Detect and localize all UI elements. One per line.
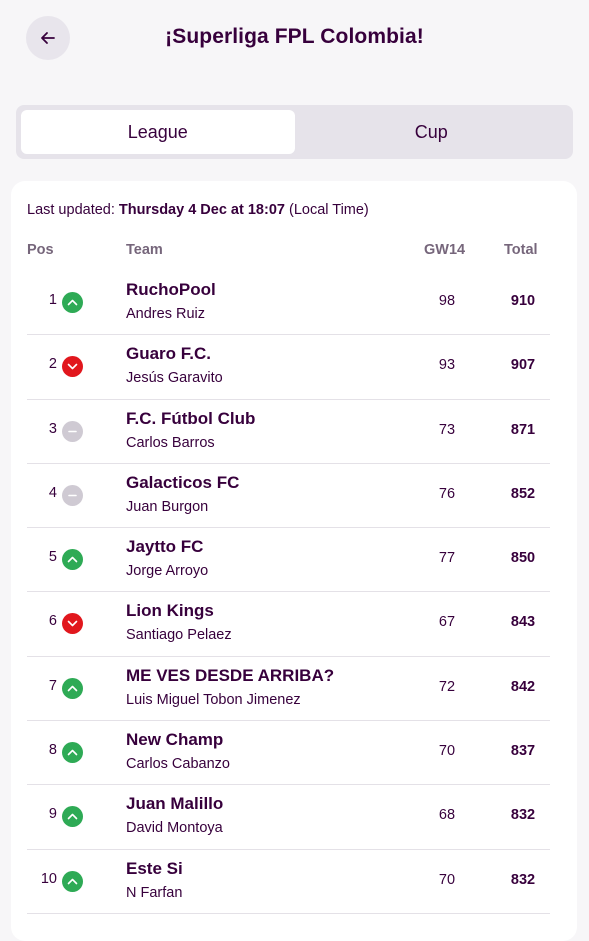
table-row[interactable]: 5 Jaytto FC Jorge Arroyo 77 850 xyxy=(27,528,550,593)
team-name[interactable]: Juan Malillo xyxy=(126,794,223,814)
chevron-down-icon xyxy=(62,356,83,378)
gameweek-points: 67 xyxy=(438,614,456,631)
manager-name: Andres Ruiz xyxy=(126,306,205,322)
total-points: 910 xyxy=(510,293,536,309)
dash-icon xyxy=(62,420,83,442)
gameweek-points: 93 xyxy=(438,357,456,374)
manager-name: Juan Burgon xyxy=(126,498,209,515)
tab-cup[interactable]: Cup xyxy=(295,110,569,154)
last-updated-suffix: (Local Time) xyxy=(288,202,369,218)
tab-bar: League Cup xyxy=(16,105,573,159)
standings-card: Last updated: Thursday 4 Dec at 18:07 (L… xyxy=(11,181,577,941)
manager-name: Luis Miguel Tobon Jimenez xyxy=(126,691,301,708)
position-number: 8 xyxy=(48,742,57,759)
position-number: 7 xyxy=(48,677,57,694)
dash-icon xyxy=(62,484,83,506)
position-number: 6 xyxy=(48,613,57,630)
standings-table: 1 RuchoPool Andres Ruiz 98 910 2 Guaro F.C. Jes… xyxy=(11,271,577,914)
manager-name: Carlos Barros xyxy=(126,434,215,451)
position-number: 2 xyxy=(48,356,57,373)
column-header-total: Total xyxy=(504,242,538,258)
gameweek-points: 70 xyxy=(438,743,456,760)
table-row[interactable]: 3 F.C. Fútbol Club Carlos Barros 73 871 xyxy=(27,400,550,464)
table-row[interactable]: 8 New Champ Carlos Cabanzo 70 837 xyxy=(27,721,550,786)
table-row[interactable]: 6 Lion Kings Santiago Pelaez 67 843 xyxy=(27,592,550,657)
chevron-down-icon xyxy=(62,613,83,635)
total-points: 832 xyxy=(510,871,536,888)
manager-name: Jesús Garavito xyxy=(126,370,223,387)
position-number: 3 xyxy=(48,420,57,437)
position-number: 4 xyxy=(48,484,57,501)
tab-league[interactable]: League xyxy=(21,110,295,154)
gameweek-points: 76 xyxy=(438,485,456,502)
manager-name: David Montoya xyxy=(126,820,223,837)
team-name[interactable]: New Champ xyxy=(126,730,223,750)
table-row[interactable]: 10 Este Si N Farfan 70 832 xyxy=(27,850,550,914)
total-points: 850 xyxy=(510,550,536,567)
position-number: 1 xyxy=(48,292,57,308)
column-header-pos: Pos xyxy=(27,242,54,258)
position-number: 9 xyxy=(48,806,57,823)
total-points: 852 xyxy=(510,485,536,502)
total-points: 871 xyxy=(510,421,536,438)
chevron-up-icon xyxy=(62,549,83,571)
chevron-up-icon xyxy=(62,806,83,828)
total-points: 843 xyxy=(510,614,536,631)
page-title: ¡Superliga FPL Colombia! xyxy=(165,25,424,48)
chevron-up-icon xyxy=(62,870,83,892)
total-points: 842 xyxy=(510,678,536,695)
column-header-gw: GW14 xyxy=(424,242,466,258)
team-name[interactable]: Lion Kings xyxy=(126,601,214,621)
table-row[interactable]: 4 Galacticos FC Juan Burgon 76 852 xyxy=(27,464,550,529)
team-name[interactable]: Jaytto FC xyxy=(126,537,203,557)
table-row[interactable]: 7 ME VES DESDE ARRIBA? Luis Miguel Tobon J… xyxy=(27,657,550,722)
table-row[interactable]: 1 RuchoPool Andres Ruiz 98 910 xyxy=(27,271,550,336)
gameweek-points: 77 xyxy=(438,550,456,567)
chevron-up-icon xyxy=(62,677,83,699)
chevron-up-icon xyxy=(62,292,83,313)
total-points: 832 xyxy=(510,807,536,824)
gameweek-points: 70 xyxy=(438,871,456,888)
team-name[interactable]: RuchoPool xyxy=(126,280,216,300)
manager-name: Carlos Cabanzo xyxy=(126,756,230,773)
chevron-up-icon xyxy=(62,742,83,764)
last-updated-value: Thursday 4 Dec at 18:07 xyxy=(118,202,285,218)
position-number: 5 xyxy=(48,549,57,566)
manager-name: Santiago Pelaez xyxy=(126,627,232,644)
team-name[interactable]: Galacticos FC xyxy=(126,473,239,493)
position-number: 10 xyxy=(40,870,57,887)
gameweek-points: 98 xyxy=(438,293,456,309)
gameweek-points: 72 xyxy=(438,678,456,695)
last-updated-prefix: Last updated: xyxy=(27,202,115,218)
header: ¡Superliga FPL Colombia! xyxy=(0,0,589,80)
manager-name: Jorge Arroyo xyxy=(126,563,209,580)
team-name[interactable]: Este Si xyxy=(126,859,183,879)
team-name[interactable]: Guaro F.C. xyxy=(126,344,211,364)
table-row[interactable]: 9 Juan Malillo David Montoya 68 832 xyxy=(27,785,550,850)
total-points: 907 xyxy=(510,357,536,374)
column-header-team: Team xyxy=(126,242,163,258)
team-name[interactable]: ME VES DESDE ARRIBA? xyxy=(126,666,334,686)
table-row[interactable]: 2 Guaro F.C. Jesús Garavito 93 907 xyxy=(27,335,550,400)
team-name[interactable]: F.C. Fútbol Club xyxy=(126,409,255,429)
last-updated: Last updated: Thursday 4 Dec at 18:07 (L… xyxy=(27,202,369,218)
gameweek-points: 73 xyxy=(438,421,456,438)
total-points: 837 xyxy=(510,743,536,760)
manager-name: N Farfan xyxy=(126,884,183,901)
gameweek-points: 68 xyxy=(438,807,456,824)
